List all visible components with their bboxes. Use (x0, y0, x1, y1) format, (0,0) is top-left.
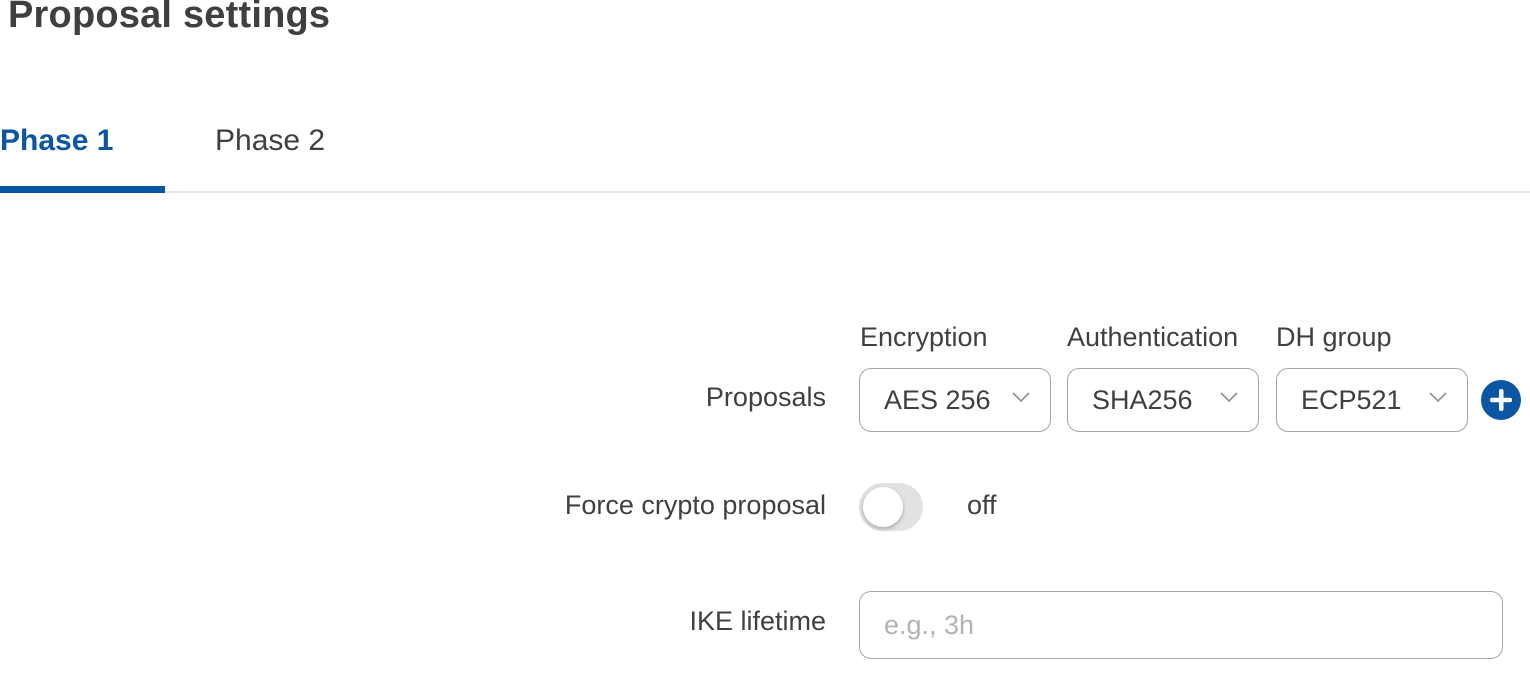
authentication-column-label: Authentication (1067, 322, 1239, 352)
proposals-label: Proposals (705, 382, 826, 412)
chevron-down-icon (1012, 392, 1030, 403)
page-title: Proposal settings (8, 0, 331, 36)
encryption-column-label: Encryption (860, 322, 988, 352)
dh-group-select[interactable]: ECP521 (1276, 368, 1468, 432)
authentication-select-value: SHA256 (1092, 384, 1193, 415)
encryption-select-value: AES 256 (884, 384, 991, 415)
toggle-state-text: off (967, 490, 997, 520)
add-proposal-button[interactable] (1481, 380, 1521, 420)
encryption-select[interactable]: AES 256 (859, 368, 1051, 432)
ike-lifetime-input[interactable] (859, 591, 1503, 659)
plus-circle-icon (1490, 389, 1512, 411)
active-tab-indicator (0, 186, 165, 193)
chevron-down-icon (1220, 392, 1238, 403)
dh-group-column-label: DH group (1276, 322, 1392, 352)
tab-phase-2[interactable]: Phase 2 (215, 124, 325, 158)
force-crypto-proposal-toggle[interactable] (859, 483, 923, 531)
toggle-knob (863, 487, 903, 527)
force-crypto-proposal-label: Force crypto proposal (564, 490, 826, 520)
chevron-down-icon (1429, 392, 1447, 403)
phase-tabs: Phase 1 Phase 2 (0, 110, 1530, 193)
tab-phase-1[interactable]: Phase 1 (0, 124, 113, 158)
dh-group-select-value: ECP521 (1301, 384, 1402, 415)
ike-lifetime-label: IKE lifetime (689, 606, 826, 636)
authentication-select[interactable]: SHA256 (1067, 368, 1259, 432)
